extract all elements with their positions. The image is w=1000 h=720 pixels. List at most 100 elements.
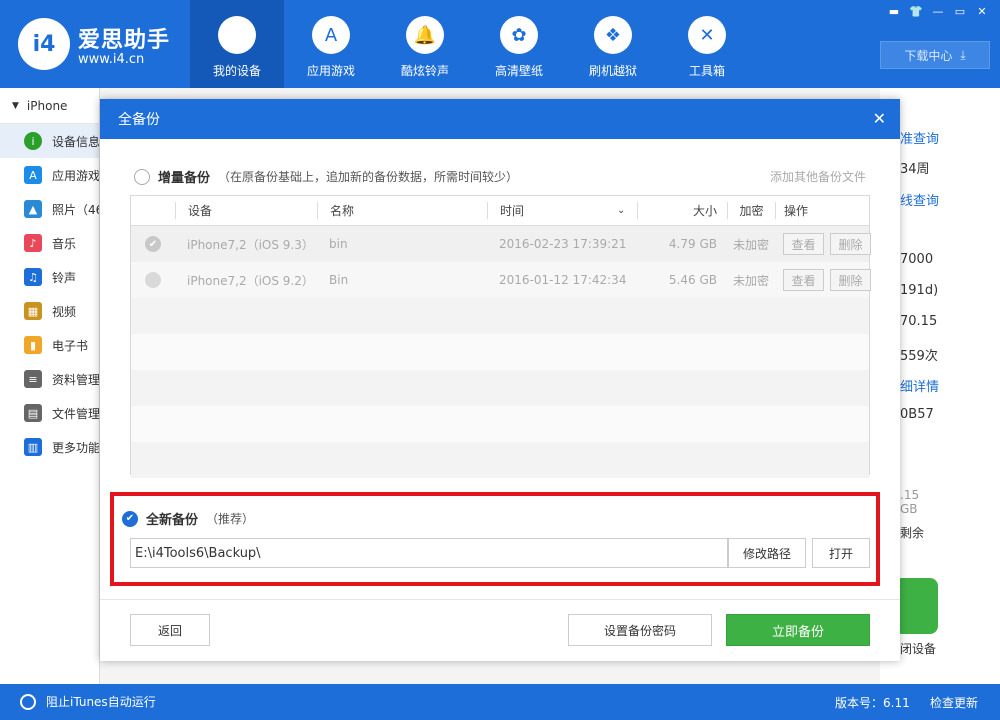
caret-down-icon: ▼ bbox=[12, 100, 19, 111]
nav-label: 刷机越狱 bbox=[588, 64, 637, 78]
row-select-icon[interactable]: ✔ bbox=[145, 236, 161, 252]
main-nav: 我的设备 A 应用游戏 🔔 酷炫铃声 ✿ 高清壁纸 ❖ 刷机越狱 ✕ 工具箱 bbox=[190, 0, 754, 88]
version-label: 版本号：6.11 bbox=[835, 696, 910, 710]
sidebar-item-label: 电子书 bbox=[52, 338, 89, 353]
sidebar-item[interactable]: ▦ 视频 bbox=[0, 294, 99, 328]
sidebar-item-label: 照片（46 bbox=[52, 202, 99, 217]
book-icon: ▮ bbox=[24, 336, 42, 354]
backup-table: 设备 名称 时间 ⌄ 大小 加密 操作 ✔ iPhone7,2（iOS 9.3） b… bbox=[130, 195, 871, 478]
close-icon[interactable]: ✕ bbox=[873, 109, 886, 128]
view-button[interactable]: 查看 bbox=[783, 233, 824, 255]
info-icon: i bbox=[24, 132, 42, 150]
incremental-backup-desc: （在原备份基础上，追加新的备份数据，所需时间较少） bbox=[218, 170, 519, 184]
app-store-icon: A bbox=[312, 16, 350, 54]
cell-size: 4.79 GB bbox=[668, 237, 717, 251]
incremental-backup-option[interactable]: 增量备份 （在原备份基础上，追加新的备份数据，所需时间较少） bbox=[134, 167, 518, 186]
full-backup-option[interactable]: ✔ 全新备份 （推荐） bbox=[122, 509, 254, 528]
delete-button[interactable]: 删除 bbox=[830, 269, 871, 291]
table-header: 设备 名称 时间 ⌄ 大小 加密 操作 bbox=[131, 196, 869, 226]
col-encrypt[interactable]: 加密 bbox=[727, 202, 775, 219]
col-time[interactable]: 时间 bbox=[487, 202, 617, 219]
bell-icon: ♫ bbox=[24, 268, 42, 286]
nav-toolbox[interactable]: ✕ 工具箱 bbox=[660, 0, 754, 88]
open-folder-button[interactable]: 打开 bbox=[812, 538, 870, 568]
download-center-button[interactable]: 下载中心 ⤓ bbox=[880, 41, 990, 69]
dropbox-icon: ❖ bbox=[594, 16, 632, 54]
power-off-icon[interactable] bbox=[894, 578, 938, 634]
photo-icon: ▲ bbox=[24, 200, 42, 218]
sidebar-item[interactable]: ▤ 文件管理 bbox=[0, 396, 99, 430]
cell-encrypt: 未加密 bbox=[732, 273, 769, 288]
nav-wallpapers[interactable]: ✿ 高清壁纸 bbox=[472, 0, 566, 88]
feedback-icon[interactable]: ▬ bbox=[886, 4, 902, 18]
col-device[interactable]: 设备 bbox=[175, 202, 317, 219]
start-backup-button[interactable]: 立即备份 bbox=[726, 614, 870, 646]
brand-name: 爱思助手 bbox=[78, 28, 171, 53]
nav-flash-jailbreak[interactable]: ❖ 刷机越狱 bbox=[566, 0, 660, 88]
cell-name: Bin bbox=[329, 273, 349, 287]
col-ops: 操作 bbox=[775, 202, 871, 219]
backup-path-input[interactable]: E:\i4Tools6\Backup\ bbox=[130, 538, 728, 568]
nav-ringtones[interactable]: 🔔 酷炫铃声 bbox=[378, 0, 472, 88]
add-other-backup-link[interactable]: 添加其他备份文件 bbox=[770, 168, 866, 185]
cell-encrypt: 未加密 bbox=[732, 237, 769, 252]
table-row[interactable]: iPhone7,2（iOS 9.2） Bin 2016-01-12 17:42:34… bbox=[131, 262, 871, 298]
sidebar-item-label: 音乐 bbox=[52, 236, 77, 251]
delete-button[interactable]: 删除 bbox=[830, 233, 871, 255]
sidebar-item[interactable]: i 设备信息 bbox=[0, 124, 99, 158]
sidebar-item[interactable]: ▥ 更多功能 bbox=[0, 430, 99, 464]
maximize-icon[interactable]: ▭ bbox=[952, 4, 968, 18]
apple-icon bbox=[218, 16, 256, 54]
incremental-backup-radio[interactable] bbox=[134, 168, 150, 185]
video-icon: ▦ bbox=[24, 302, 42, 320]
recommended-tag: （推荐） bbox=[206, 512, 255, 526]
minimize-icon[interactable]: — bbox=[930, 4, 946, 18]
sidebar-item-label: 文件管理 bbox=[52, 406, 99, 421]
back-button[interactable]: 返回 bbox=[130, 614, 210, 646]
table-row bbox=[131, 370, 869, 406]
view-button[interactable]: 查看 bbox=[783, 269, 824, 291]
download-center-label: 下载中心 bbox=[904, 48, 953, 63]
tools-icon: ✕ bbox=[688, 16, 726, 54]
sidebar-item-label: 设备信息 bbox=[52, 134, 99, 149]
more-icon: ▥ bbox=[24, 438, 42, 456]
nav-label: 酷炫铃声 bbox=[400, 64, 449, 78]
file-icon: ▤ bbox=[24, 404, 42, 422]
sidebar-item[interactable]: ♫ 铃声 bbox=[0, 260, 99, 294]
sidebar-item[interactable]: ♪ 音乐 bbox=[0, 226, 99, 260]
table-row bbox=[131, 406, 869, 442]
sidebar-item[interactable]: ▮ 电子书 bbox=[0, 328, 99, 362]
cell-time: 2016-02-23 17:39:21 bbox=[499, 237, 627, 251]
row-select-icon[interactable] bbox=[145, 272, 161, 288]
sidebar-item[interactable]: ▲ 照片（46 bbox=[0, 192, 99, 226]
sidebar-item[interactable]: A 应用游戏 bbox=[0, 158, 99, 192]
nav-label: 工具箱 bbox=[688, 64, 725, 78]
table-row bbox=[131, 442, 869, 478]
dialog-title: 全备份 bbox=[118, 112, 160, 128]
nav-apps[interactable]: A 应用游戏 bbox=[284, 0, 378, 88]
app-logo: i4 bbox=[18, 18, 70, 70]
nav-my-device[interactable]: 我的设备 bbox=[190, 0, 284, 88]
device-selector[interactable]: ▼ iPhone bbox=[0, 88, 99, 124]
sidebar-item-label: 铃声 bbox=[52, 270, 77, 285]
sort-chevron-down-icon[interactable]: ⌄ bbox=[617, 205, 637, 216]
sidebar-item[interactable]: ≡ 资料管理 bbox=[0, 362, 99, 396]
change-path-button[interactable]: 修改路径 bbox=[728, 538, 806, 568]
full-backup-dialog: 全备份 ✕ 增量备份 （在原备份基础上，追加新的备份数据，所需时间较少） 添加其… bbox=[100, 99, 900, 661]
skin-icon[interactable]: 👕 bbox=[908, 4, 924, 18]
checkmark-icon[interactable]: ✔ bbox=[122, 510, 138, 527]
nav-label: 应用游戏 bbox=[306, 64, 355, 78]
cell-device: iPhone7,2（iOS 9.3） bbox=[187, 237, 314, 252]
close-icon[interactable]: ✕ bbox=[974, 4, 990, 18]
cell-device: iPhone7,2（iOS 9.2） bbox=[187, 273, 314, 288]
block-itunes-toggle[interactable]: 阻止iTunes自动运行 bbox=[20, 693, 156, 710]
flower-icon: ✿ bbox=[500, 16, 538, 54]
cell-name: bin bbox=[329, 237, 348, 251]
table-row[interactable]: ✔ iPhone7,2（iOS 9.3） bin 2016-02-23 17:39:2… bbox=[131, 226, 871, 262]
top-bar: i4 爱思助手 www.i4.cn 我的设备 A 应用游戏 🔔 酷炫铃声 ✿ 高… bbox=[0, 0, 1000, 88]
set-password-button[interactable]: 设置备份密码 bbox=[568, 614, 712, 646]
col-name[interactable]: 名称 bbox=[317, 202, 487, 219]
sidebar-item-label: 视频 bbox=[52, 304, 77, 319]
check-update-button[interactable]: 检查更新 bbox=[930, 694, 978, 711]
col-size[interactable]: 大小 bbox=[637, 202, 727, 219]
